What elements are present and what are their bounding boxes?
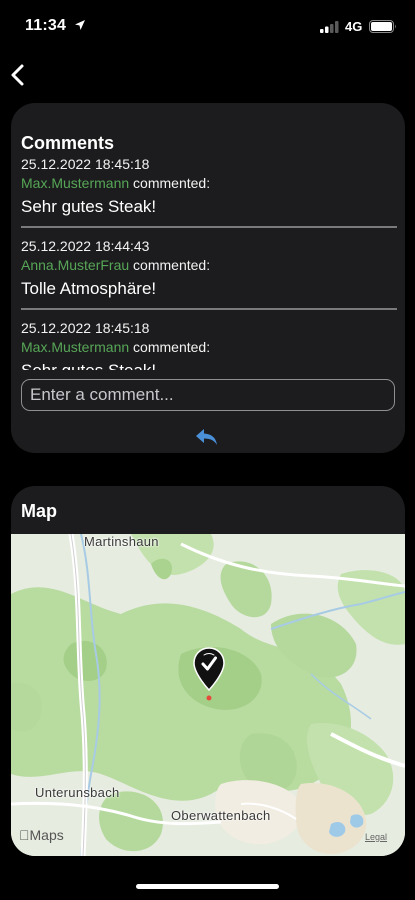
comment-text: Sehr gutes Steak! xyxy=(21,197,157,216)
comment-author[interactable]: Max.Mustermann xyxy=(21,339,129,355)
comment-timestamp: 25.12.2022 18:45:18 xyxy=(21,156,150,172)
map-view[interactable]: Martinshaun Unterunsbach Oberwattenbach … xyxy=(11,534,405,856)
comment-author[interactable]: Max.Mustermann xyxy=(21,175,129,191)
comment-action: commented: xyxy=(129,257,211,273)
comment-item: 25.12.2022 18:44:43 Anna.MusterFrau comm… xyxy=(21,235,397,317)
map-title: Map xyxy=(21,501,57,521)
map-place-label: Oberwattenbach xyxy=(171,808,271,823)
home-indicator[interactable] xyxy=(136,884,279,889)
comments-list[interactable]: 25.12.2022 18:45:18 Max.Mustermann comme… xyxy=(21,153,397,370)
status-time: 11:34 xyxy=(25,17,67,34)
comment-text: Tolle Atmosphäre! xyxy=(21,279,157,298)
comment-author[interactable]: Anna.MusterFrau xyxy=(21,257,129,273)
reply-arrow-icon[interactable] xyxy=(194,426,220,448)
map-place-label: Martinshaun xyxy=(84,534,159,549)
comment-action: commented: xyxy=(129,175,211,191)
comment-item: 25.12.2022 18:45:18 Max.Mustermann comme… xyxy=(21,317,397,370)
location-arrow-icon xyxy=(75,20,85,30)
map-card: Map Martinshaun Unterunsbach Oberwattenb… xyxy=(11,486,405,856)
legal-link[interactable]: Legal xyxy=(365,832,387,842)
comment-text: Sehr gutes Steak! xyxy=(21,360,397,370)
comments-card: Comments 25.12.2022 18:45:18 Max.Musterm… xyxy=(11,103,405,453)
comment-meta: Max.Mustermann commented: xyxy=(21,174,397,194)
chevron-left-icon[interactable] xyxy=(6,60,30,90)
comment-input[interactable] xyxy=(21,379,395,411)
signal-icon xyxy=(320,21,339,33)
apple-maps-attribution: Maps xyxy=(19,827,64,843)
comment-divider xyxy=(21,226,397,228)
comments-title: Comments xyxy=(21,133,115,153)
comment-action: commented: xyxy=(129,339,211,355)
comment-meta: Anna.MusterFrau commented: xyxy=(21,256,397,276)
comment-meta: Max.Mustermann commented: xyxy=(21,338,397,358)
comment-timestamp: 25.12.2022 18:45:18 xyxy=(21,320,150,336)
network-type: 4G xyxy=(345,19,363,34)
apple-logo-icon:  xyxy=(19,827,30,843)
map-pin-icon[interactable] xyxy=(192,646,226,702)
map-place-label: Unterunsbach xyxy=(35,785,120,800)
comment-timestamp: 25.12.2022 18:44:43 xyxy=(21,238,150,254)
comment-divider xyxy=(21,308,397,310)
comment-item: 25.12.2022 18:45:18 Max.Mustermann comme… xyxy=(21,153,397,235)
status-bar: 11:34 4G xyxy=(0,0,415,54)
attribution-text: Maps xyxy=(19,827,64,843)
battery-icon xyxy=(369,20,396,33)
